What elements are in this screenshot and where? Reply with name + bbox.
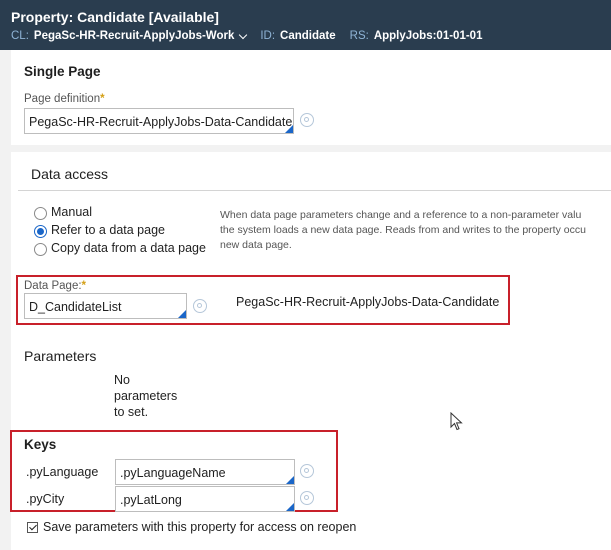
required-icon: * bbox=[100, 93, 105, 105]
key-name-pycity: .pyCity bbox=[26, 492, 65, 506]
page-definition-input[interactable]: PegaSc-HR-Recruit-ApplyJobs-Data-Candida… bbox=[24, 108, 294, 134]
chevron-down-icon[interactable] bbox=[239, 30, 248, 40]
manual-radio-label[interactable]: Manual bbox=[51, 205, 92, 219]
copy-data-page-radio[interactable] bbox=[34, 243, 47, 256]
data-access-note: When data page parameters change and a r… bbox=[220, 209, 586, 251]
parameters-empty-message: No parameters to set. bbox=[114, 373, 178, 419]
key-value-pycity-input[interactable]: .pyLatLong bbox=[115, 486, 295, 512]
data-page-class: PegaSc-HR-Recruit-ApplyJobs-Data-Candida… bbox=[236, 295, 500, 309]
keys-heading: Keys bbox=[24, 437, 57, 452]
key-name-pylanguage: .pyLanguage bbox=[26, 465, 99, 479]
gear-icon[interactable] bbox=[300, 113, 314, 127]
copy-data-page-radio-label[interactable]: Copy data from a data page bbox=[51, 241, 206, 255]
ruleset-value: ApplyJobs:01-01-01 bbox=[373, 30, 483, 42]
save-parameters-checkbox[interactable] bbox=[27, 522, 38, 533]
gear-icon[interactable] bbox=[300, 464, 314, 478]
window-header: Property: Candidate [Available] CL: PegaS… bbox=[0, 0, 611, 50]
refer-data-page-radio-label[interactable]: Refer to a data page bbox=[51, 223, 165, 237]
id-label: ID: bbox=[260, 30, 276, 42]
mouse-cursor-icon bbox=[450, 412, 463, 431]
class-value[interactable]: PegaSc-HR-Recruit-ApplyJobs-Work bbox=[34, 30, 234, 42]
page-definition-label: Page definition* bbox=[24, 93, 105, 105]
page-title: Property: Candidate [Available] bbox=[11, 9, 219, 25]
single-page-heading: Single Page bbox=[24, 64, 101, 79]
parameters-heading: Parameters bbox=[24, 348, 97, 364]
key-value-pylanguage-input[interactable]: .pyLanguageName bbox=[115, 459, 295, 485]
save-parameters-label[interactable]: Save parameters with this property for a… bbox=[43, 520, 356, 534]
class-label: CL: bbox=[11, 30, 29, 42]
data-access-heading: Data access bbox=[31, 166, 109, 182]
refer-data-page-radio[interactable] bbox=[34, 225, 47, 238]
gear-icon[interactable] bbox=[193, 299, 207, 313]
manual-radio[interactable] bbox=[34, 207, 47, 220]
required-icon: * bbox=[81, 280, 87, 292]
id-value: Candidate bbox=[280, 30, 336, 42]
gear-icon[interactable] bbox=[300, 491, 314, 505]
rule-meta: CL: PegaSc-HR-Recruit-ApplyJobs-Work ID: Ca… bbox=[11, 30, 482, 42]
data-page-input[interactable]: D_CandidateList bbox=[24, 293, 187, 319]
divider bbox=[18, 190, 611, 191]
ruleset-label: RS: bbox=[349, 30, 369, 42]
data-page-label: Data Page:* bbox=[24, 280, 87, 292]
